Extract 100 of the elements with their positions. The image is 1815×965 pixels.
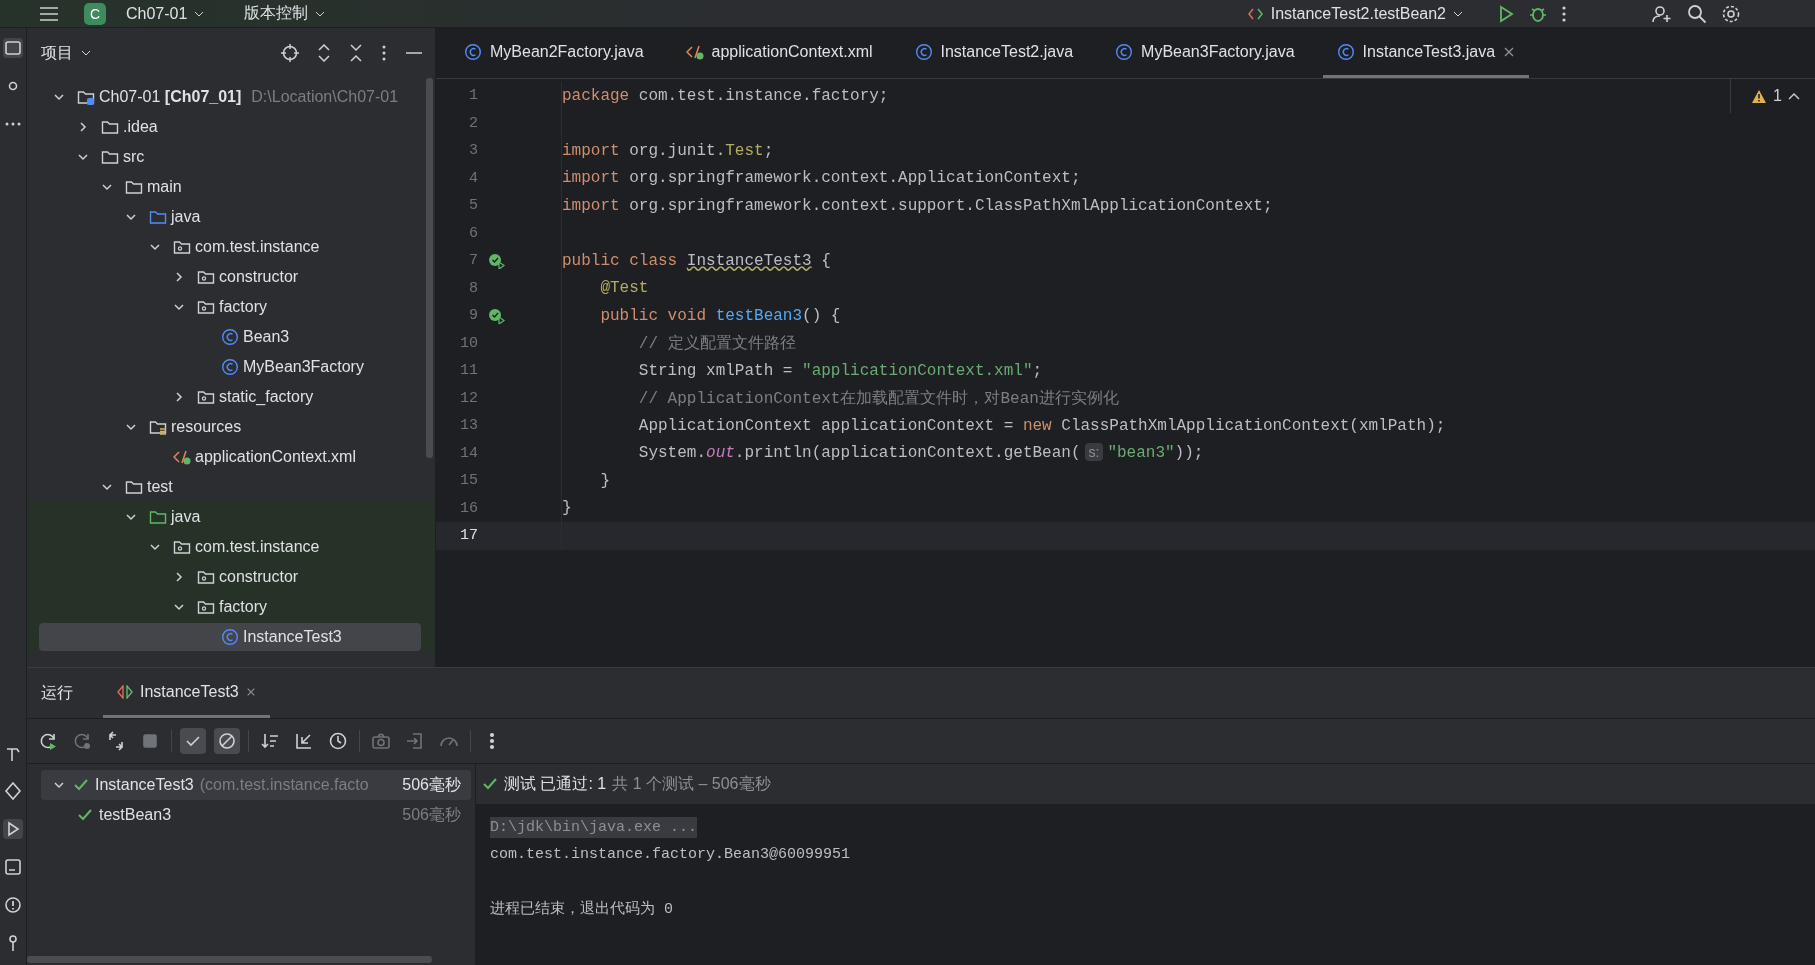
terminal-icon[interactable] — [3, 857, 23, 877]
chevron-icon[interactable] — [149, 241, 161, 253]
locate-icon[interactable] — [281, 44, 299, 62]
project-icon[interactable] — [3, 38, 23, 58]
package-folder-icon — [197, 598, 215, 616]
run-icon[interactable] — [1497, 4, 1515, 23]
chevron-icon[interactable] — [101, 181, 113, 193]
settings-icon[interactable] — [1721, 3, 1741, 24]
run-test-icon[interactable] — [488, 307, 506, 324]
tree-item[interactable]: resources — [39, 413, 421, 441]
caret-icon — [194, 10, 205, 17]
scrollbar[interactable] — [27, 956, 432, 963]
test-result-item[interactable]: testBean3 506毫秒 — [41, 800, 471, 830]
show-passed-icon[interactable] — [180, 728, 206, 754]
project-view-selector[interactable]: 项目 — [41, 42, 91, 64]
tree-item[interactable]: .idea — [39, 113, 421, 141]
tree-item[interactable]: java — [39, 203, 421, 231]
tree-item[interactable]: constructor — [39, 263, 421, 291]
chevron-icon[interactable] — [149, 541, 161, 553]
editor-tab[interactable]: MyBean3Factory.java — [1101, 28, 1309, 78]
line-number: 16 — [459, 499, 478, 517]
run-icon[interactable] — [3, 819, 23, 839]
code-line: ApplicationContext applicationContext = new ClassPathXmlApplicationContext(xmlPath); — [637, 416, 1446, 435]
tree-item[interactable]: factory — [39, 293, 421, 321]
line-number: 15 — [459, 472, 478, 490]
more-icon[interactable] — [1561, 4, 1567, 23]
folder-icon — [101, 118, 119, 136]
chevron-icon[interactable] — [53, 779, 65, 791]
tree-item[interactable]: Ch07-01 [Ch07_01] D:\Location\Ch07-01 — [39, 83, 421, 111]
chevron-icon[interactable] — [77, 121, 89, 133]
code-line: import org.springframework.context.support.ClassPathXmlApplicationContext; — [562, 196, 1273, 215]
tree-item[interactable]: InstanceTest3 — [39, 623, 421, 651]
vcs-menu[interactable]: 版本控制 — [238, 3, 332, 24]
show-ignored-icon[interactable] — [214, 728, 240, 754]
folder-icon — [101, 148, 119, 166]
tree-label: com.test.instance — [195, 238, 320, 256]
tree-item[interactable]: main — [39, 173, 421, 201]
class-icon — [221, 628, 239, 646]
tree-item[interactable]: Bean3 — [39, 323, 421, 351]
code-line: // ApplicationContext在加载配置文件时，对Bean进行实例化 — [637, 388, 1119, 409]
chevron-icon[interactable] — [173, 571, 185, 583]
chevron-icon[interactable] — [101, 481, 113, 493]
test-result-item[interactable]: InstanceTest3 (com.test.instance.facto 506毫秒 — [41, 770, 471, 800]
project-badge: C — [84, 2, 106, 25]
close-icon[interactable] — [1503, 45, 1516, 58]
run-configuration[interactable]: InstanceTest2.testBean2 — [1241, 4, 1469, 23]
class-icon — [464, 42, 482, 61]
code-line: } — [599, 471, 610, 490]
editor-tab[interactable]: applicationContext.xml — [671, 28, 887, 78]
resources-folder-icon — [149, 418, 167, 436]
tree-item[interactable]: static_factory — [39, 383, 421, 411]
tree-item[interactable]: applicationContext.xml — [39, 443, 421, 471]
chevron-icon[interactable] — [173, 301, 185, 313]
code-line: // 定义配置文件路径 — [637, 333, 796, 354]
chevron-icon[interactable] — [125, 421, 137, 433]
more-icon[interactable] — [381, 44, 387, 62]
console-line: com.test.instance.factory.Bean3@60099951 — [490, 846, 851, 863]
chevron-icon[interactable] — [173, 391, 185, 403]
editor-tab[interactable]: InstanceTest2.java — [900, 28, 1088, 78]
line-number: 1 — [468, 87, 478, 105]
project-switcher[interactable]: Ch07-01 — [120, 4, 211, 23]
menu-icon[interactable] — [38, 5, 60, 22]
services-icon[interactable] — [3, 781, 23, 801]
xml-file-icon — [173, 448, 191, 466]
chevron-icon[interactable] — [53, 91, 65, 103]
chevron-icon[interactable] — [173, 271, 185, 283]
package-folder-icon — [197, 568, 215, 586]
line-number: 3 — [468, 142, 478, 160]
search-icon[interactable] — [1687, 3, 1707, 24]
tree-item[interactable]: src — [39, 143, 421, 171]
close-icon[interactable] — [245, 686, 256, 697]
scrollbar[interactable] — [426, 78, 433, 458]
run-tab[interactable]: InstanceTest3 — [103, 668, 270, 718]
tree-item[interactable]: MyBean3Factory — [39, 353, 421, 381]
add-user-icon[interactable] — [1651, 4, 1673, 23]
tree-item[interactable]: com.test.instance — [39, 233, 421, 261]
editor-tab[interactable]: MyBean2Factory.java — [450, 28, 658, 78]
run-test-icon[interactable] — [488, 252, 506, 269]
tree-label: main — [147, 178, 182, 196]
line-number: 14 — [459, 444, 478, 462]
chevron-icon[interactable] — [77, 151, 89, 163]
expand-icon[interactable] — [317, 44, 331, 62]
editor-tab[interactable]: InstanceTest3.java — [1322, 28, 1530, 78]
folder-icon — [125, 178, 143, 196]
folder-icon — [125, 478, 143, 496]
panel-title: 运行 — [41, 682, 73, 703]
problems-icon[interactable] — [3, 895, 23, 915]
code-line: System.out.println(applicationContext.getBean( s: "bean3")); — [637, 444, 1204, 463]
collapse-icon[interactable] — [349, 44, 363, 62]
test-run-icon — [1247, 6, 1264, 21]
tree-item[interactable]: test — [39, 473, 421, 501]
chevron-icon[interactable] — [125, 511, 137, 523]
chevron-icon[interactable] — [125, 211, 137, 223]
test-status: 测试 已通过: 1 — [504, 773, 607, 794]
tree-label: java — [171, 208, 201, 226]
warning-icon[interactable] — [1751, 88, 1767, 104]
tree-label: com.test.instance — [195, 538, 320, 556]
chevron-icon[interactable] — [173, 601, 185, 613]
tree-label: factory — [219, 298, 267, 316]
chevron-up-icon[interactable] — [1787, 92, 1800, 100]
